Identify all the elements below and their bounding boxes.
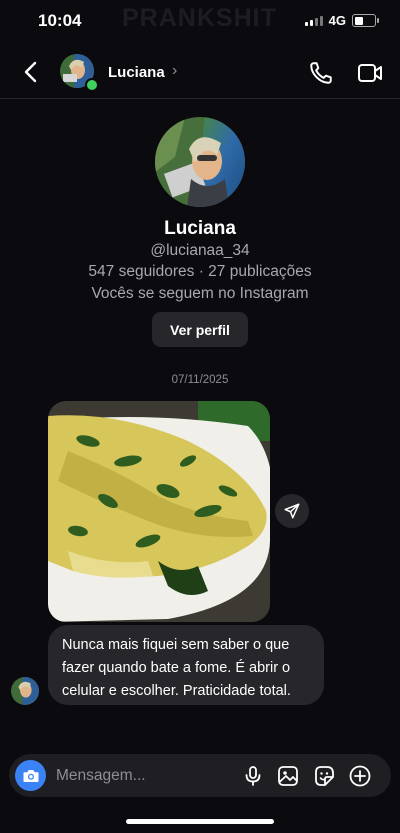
- profile-handle: @lucianaa_34: [150, 242, 250, 259]
- video-call-button[interactable]: [356, 60, 384, 86]
- home-indicator[interactable]: [126, 819, 274, 824]
- sticker-button[interactable]: [312, 764, 336, 788]
- send-arrow-icon: [284, 503, 300, 519]
- microphone-icon: [245, 766, 261, 786]
- profile-stats: 547 seguidores · 27 publicações: [88, 263, 312, 280]
- gallery-button[interactable]: [276, 764, 300, 788]
- message-bubble[interactable]: Nunca mais fiquei sem saber o que fazer …: [48, 625, 324, 705]
- camera-button[interactable]: [15, 760, 46, 791]
- shared-photo[interactable]: [48, 401, 270, 622]
- status-bar: 10:04 PRANKSHIT 4G: [0, 0, 400, 44]
- view-profile-button[interactable]: Ver perfil: [152, 312, 248, 347]
- sticker-icon: [315, 766, 334, 786]
- status-time: 10:04: [38, 11, 82, 30]
- signal-icon: [304, 15, 323, 26]
- online-status-dot: [85, 78, 99, 92]
- chat-header: Luciana ›: [0, 48, 400, 99]
- more-button[interactable]: [348, 764, 372, 788]
- profile-name: Luciana: [164, 218, 236, 239]
- call-button[interactable]: [308, 60, 334, 86]
- watermark: PRANKSHIT: [122, 4, 277, 32]
- back-button[interactable]: [20, 58, 44, 86]
- phone-icon: [310, 62, 332, 84]
- status-indicators: 4G: [304, 13, 379, 28]
- header-name[interactable]: Luciana: [108, 64, 165, 81]
- thread-date: 07/11/2025: [171, 374, 229, 386]
- camera-icon: [23, 769, 38, 782]
- share-button[interactable]: [275, 494, 309, 528]
- message-composer: Mensagem...: [9, 754, 391, 797]
- voice-button[interactable]: [241, 764, 265, 788]
- message-input[interactable]: Mensagem...: [56, 767, 146, 785]
- mutual-follow-note: Vocês se seguem no Instagram: [91, 285, 309, 302]
- video-camera-icon: [358, 64, 382, 82]
- network-label: 4G: [328, 13, 346, 28]
- battery-icon: [352, 14, 379, 27]
- gallery-icon: [278, 766, 298, 786]
- plus-icon: [349, 765, 371, 787]
- header-chevron-icon[interactable]: ›: [172, 62, 177, 80]
- sender-avatar[interactable]: [11, 677, 39, 705]
- back-chevron-icon: [24, 61, 37, 83]
- profile-avatar[interactable]: [155, 117, 245, 207]
